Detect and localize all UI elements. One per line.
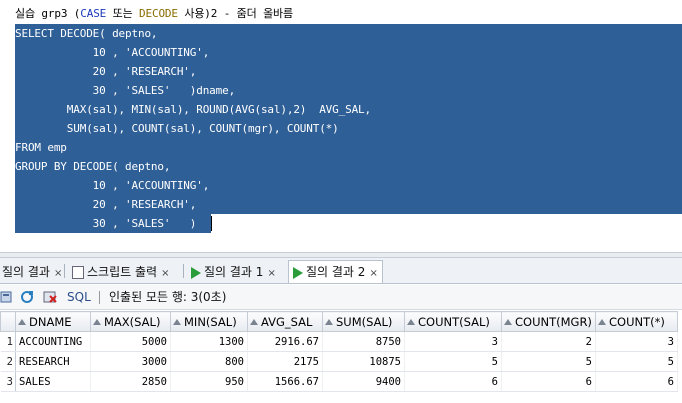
close-icon[interactable]: × [54, 268, 62, 279]
table-row[interactable]: 1 ACCOUNTING 5000 1300 2916.67 8750 3 2 … [0, 331, 678, 352]
column-header[interactable]: COUNT(SAL) [404, 311, 502, 332]
sort-icon [93, 319, 101, 325]
run-icon [191, 266, 201, 279]
refresh-icon[interactable] [20, 290, 35, 304]
script-icon [72, 266, 84, 279]
table-cell[interactable]: 3 [404, 331, 502, 352]
tab-label: 스크립트 출력 [87, 265, 158, 279]
table-cell[interactable]: 2850 [90, 371, 171, 392]
code-line: FROM emp [15, 141, 67, 154]
tab-label: 질의 결과 1 [204, 265, 264, 279]
column-header[interactable]: SUM(SAL) [322, 311, 405, 332]
table-row[interactable]: 3 SALES 2850 950 1566.67 9400 6 6 6 [0, 371, 678, 392]
run-icon [293, 266, 303, 279]
table-cell[interactable]: 6 [595, 371, 678, 392]
table-cell[interactable]: 5 [595, 351, 678, 372]
column-header[interactable]: DNAME [15, 311, 91, 332]
column-header[interactable]: MAX(SAL) [90, 311, 171, 332]
code-line: 30 , 'SALES' )dname, [15, 84, 236, 97]
tab-separator [183, 264, 184, 278]
code-line: 10 , 'ACCOUNTING', [15, 46, 210, 59]
comment-line: 실습 grp3 (CASE 또는 DECODE 사용)2 - 줌더 올바름 [15, 7, 293, 20]
selection-gap [211, 214, 682, 233]
sort-icon [407, 319, 415, 325]
results-toolbar: SQL 인출된 모든 행: 3(0초) [0, 285, 682, 310]
results-tabbar: 질의 결과 × 스크립트 출력 × 질의 결과 1 × 질의 결과 2 × [0, 258, 682, 284]
table-cell[interactable]: 5 [501, 351, 596, 372]
table-cell[interactable]: 3 [595, 331, 678, 352]
sort-icon [173, 319, 181, 325]
code-line: MAX(sal), MIN(sal), ROUND(AVG(sal),2) AV… [15, 103, 371, 116]
code-line: 20 , 'RESEARCH', [15, 198, 197, 211]
table-cell[interactable]: 6 [501, 371, 596, 392]
close-icon[interactable]: × [369, 268, 377, 279]
table-cell[interactable]: 2916.67 [247, 331, 323, 352]
table-row[interactable]: 2 RESEARCH 3000 800 2175 10875 5 5 5 [0, 351, 678, 372]
tab-query-result-1[interactable]: 질의 결과 1 × [187, 261, 280, 283]
close-icon[interactable]: × [161, 268, 169, 279]
code-line: 30 , 'SALES' ) [15, 217, 197, 230]
code-line: 20 , 'RESEARCH', [15, 65, 197, 78]
table-cell[interactable]: 3000 [90, 351, 171, 372]
column-header[interactable]: MIN(SAL) [170, 311, 248, 332]
table-cell[interactable]: 1300 [170, 331, 248, 352]
tab-separator [64, 264, 65, 278]
column-header[interactable]: COUNT(*) [595, 311, 678, 332]
code-line: GROUP BY DECODE( deptno, [15, 160, 171, 173]
column-header[interactable]: AVG_SAL [247, 311, 323, 332]
table-cell[interactable]: 8750 [322, 331, 405, 352]
table-cell[interactable]: 5 [404, 351, 502, 372]
row-number: 2 [0, 351, 16, 372]
sort-icon [504, 319, 512, 325]
toolbar-separator [99, 291, 100, 304]
tab-label: 질의 결과 2 [306, 265, 366, 279]
table-cell[interactable]: 1566.67 [247, 371, 323, 392]
table-cell[interactable]: RESEARCH [15, 351, 91, 372]
table-cell[interactable]: 950 [170, 371, 248, 392]
table-cell[interactable]: 10875 [322, 351, 405, 372]
cancel-fetch-icon[interactable] [43, 290, 58, 304]
tab-query-result-2[interactable]: 질의 결과 2 × [288, 260, 383, 283]
row-number-header [0, 311, 16, 332]
row-number: 3 [0, 371, 16, 392]
tab-script-output[interactable]: 스크립트 출력 × [68, 261, 173, 283]
table-cell[interactable]: ACCOUNTING [15, 331, 91, 352]
code-line: SELECT DECODE( deptno, [15, 27, 158, 40]
text-cursor [211, 216, 212, 231]
tab-query-result[interactable]: 질의 결과 × [0, 261, 66, 283]
table-cell[interactable]: 800 [170, 351, 248, 372]
close-icon[interactable]: × [267, 268, 275, 279]
code-line: SUM(sal), COUNT(sal), COUNT(mgr), COUNT(… [15, 122, 339, 135]
pin-icon[interactable] [0, 290, 15, 304]
table-cell[interactable]: 6 [404, 371, 502, 392]
table-cell[interactable]: 9400 [322, 371, 405, 392]
table-cell[interactable]: SALES [15, 371, 91, 392]
column-header[interactable]: COUNT(MGR) [501, 311, 596, 332]
sort-icon [325, 319, 333, 325]
sort-icon [250, 319, 258, 325]
row-number: 1 [0, 331, 16, 352]
tab-label: 질의 결과 [2, 265, 50, 279]
sql-editor[interactable]: 실습 grp3 (CASE 또는 DECODE 사용)2 - 줌더 올바름 SE… [0, 0, 682, 250]
sort-icon [598, 319, 606, 325]
code-line: 10 , 'ACCOUNTING', [15, 179, 210, 192]
table-cell[interactable]: 2175 [247, 351, 323, 372]
fetch-status: 인출된 모든 행: 3(0초) [109, 290, 227, 304]
sql-button[interactable]: SQL [67, 285, 91, 309]
sort-icon [18, 319, 26, 325]
table-cell[interactable]: 5000 [90, 331, 171, 352]
result-grid[interactable]: DNAME MAX(SAL) MIN(SAL) AVG_SAL SUM(SAL)… [0, 311, 682, 392]
table-cell[interactable]: 2 [501, 331, 596, 352]
